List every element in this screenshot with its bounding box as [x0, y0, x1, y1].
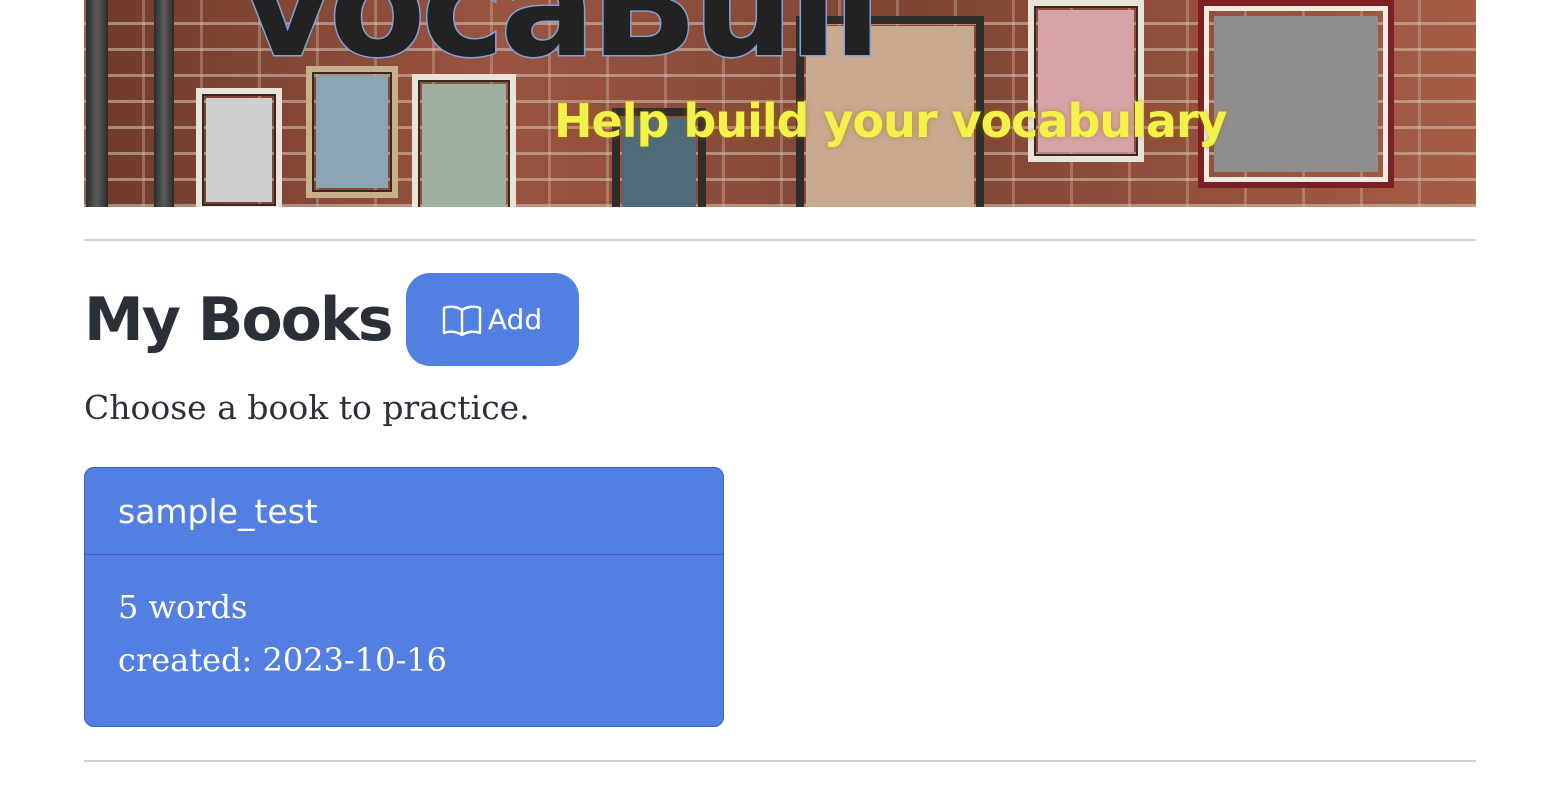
- book-created-date: created: 2023-10-16: [118, 641, 447, 679]
- divider-top: [84, 239, 1476, 241]
- book-word-count: 5 words: [118, 588, 248, 626]
- add-button-label: Add: [487, 303, 543, 336]
- banner-frame: [1198, 0, 1394, 188]
- book-card[interactable]: sample_test 5 words created: 2023-10-16: [84, 467, 724, 727]
- book-card-title: sample_test: [85, 468, 723, 555]
- banner-frame: [412, 74, 516, 207]
- header-banner: vocaBuil Help build your vocabulary: [84, 0, 1476, 207]
- add-book-button[interactable]: Add: [405, 273, 579, 366]
- banner-tagline: Help build your vocabulary: [554, 94, 1228, 148]
- banner-frame: [196, 88, 282, 207]
- banner-pillar: [86, 0, 108, 207]
- banner-title: vocaBuil: [240, 0, 882, 89]
- page-title: My Books: [84, 284, 393, 355]
- books-heading-row: My Books Add: [84, 273, 579, 366]
- banner-pillar: [154, 0, 174, 207]
- books-subtitle: Choose a book to practice.: [84, 388, 530, 427]
- open-book-icon: [442, 304, 482, 336]
- divider-bottom: [84, 760, 1476, 762]
- book-card-body: 5 words created: 2023-10-16: [85, 555, 723, 687]
